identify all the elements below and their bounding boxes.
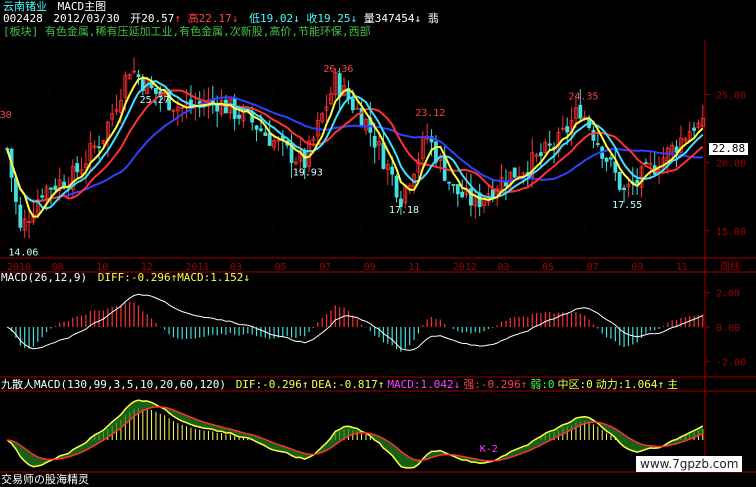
candle-body-144 (635, 179, 640, 184)
nine-title: 九散人MACD(130,99,3,5,10,20,60,120) (1, 378, 227, 391)
candle-body-21 (97, 146, 101, 149)
candle-body-59 (263, 132, 268, 136)
candle-body-11 (53, 185, 58, 191)
candle-body-128 (565, 126, 570, 133)
candle-body-8 (40, 195, 45, 198)
macd-ytick-1: 0.00 (716, 323, 740, 334)
nine-title-line: 九散人MACD(130,99,3,5,10,20,60,120) DIF:-0.… (1, 379, 678, 391)
nine-legend-1: DEA:-0.817↑ (311, 378, 385, 391)
x-tick-10: 2012 (453, 262, 477, 273)
macd-ytick-2: -2.00 (716, 357, 746, 368)
price-ytick-2: 15.00 (716, 227, 746, 238)
nine-legend-5: 中区:0 (557, 378, 593, 391)
nine-annotation: K-2 (480, 444, 498, 455)
price-ytick-0: 25.00 (716, 91, 746, 102)
x-tick-14: 09 (631, 262, 643, 273)
macd-diff-line (6, 293, 703, 351)
bottom-label: 交易师の股海精灵 (1, 473, 89, 486)
chart-stage: 云南锗业 MACD主图 002428 2012/03/30 开20.57↑ 高2… (0, 0, 756, 487)
macd-legend: DIFF:-0.296↑MACD:1.152↓ (97, 271, 251, 284)
x-tick-12: 05 (542, 262, 554, 273)
price-annotation-0: 30 (0, 110, 12, 121)
nine-legend-2: MACD:1.042↓ (387, 378, 461, 391)
price-annotation-6: 17.18 (389, 205, 419, 216)
candle-body-57 (254, 125, 259, 130)
candle-body-141 (622, 187, 626, 191)
candle-body-3 (18, 204, 23, 228)
candle-body-104 (460, 191, 465, 198)
x-tick-8: 09 (364, 262, 376, 273)
candle-body-76 (337, 73, 342, 97)
price-ytick-1: 20.00 (716, 159, 746, 170)
nine-legend-4: 弱:0 (530, 378, 555, 391)
candle-body-138 (609, 157, 613, 160)
x-tick-6: 05 (275, 262, 287, 273)
candle-body-157 (692, 127, 696, 131)
x-tick-15: 11 (676, 262, 688, 273)
price-annotation-1: 14.06 (8, 248, 38, 259)
candle-body-146 (644, 162, 648, 165)
candle-body-60 (267, 133, 272, 146)
candle-body-86 (381, 142, 386, 169)
candle-body-116 (512, 167, 517, 178)
nine-dea-line (7, 406, 704, 462)
x-axis-unit: 周线 (720, 260, 740, 273)
price-annotation-8: 17.55 (612, 200, 642, 211)
candle-body-102 (451, 184, 456, 186)
x-tick-7: 07 (319, 262, 331, 273)
nine-legend-7: 主 (667, 378, 679, 391)
candle-body-79 (350, 98, 355, 111)
chart-svg: 2010 08 10 12 2011 03 05 07 09 11 2012 03 05 07 09 11 周线… (0, 40, 756, 473)
price-annotation-2: 25.27 (140, 95, 170, 106)
macd-title-line: MACD(26,12,9) DIFF:-0.296↑MACD:1.152↓ (1, 272, 250, 284)
candle-body-134 (591, 129, 596, 141)
macd-title: MACD(26,12,9) (1, 271, 88, 284)
candle-body-101 (447, 181, 451, 184)
price-annotation-4: 19.93 (293, 168, 323, 179)
candle-body-122 (539, 152, 543, 157)
candle-body-88 (390, 166, 395, 175)
x-tick-13: 07 (587, 262, 599, 273)
watermark: www.7gpzb.com (636, 456, 743, 472)
candle-body-30 (136, 74, 141, 78)
candle-body-10 (49, 187, 53, 190)
candle-body-140 (617, 172, 622, 190)
candle-body-135 (595, 143, 600, 145)
candle-body-137 (604, 157, 609, 162)
nine-legend-6: 动力:1.064↑ (595, 378, 665, 391)
price-annotation-3: 26.36 (323, 64, 353, 75)
price-annotation-7: 24.35 (568, 91, 598, 102)
ma-line-5 (6, 76, 704, 218)
candle-body-89 (394, 175, 399, 198)
ma-line-26 (6, 96, 703, 203)
x-tick-9: 11 (408, 262, 420, 273)
price-annotation-5: 23.12 (415, 108, 445, 119)
x-tick-11: 03 (497, 262, 509, 273)
candle-body-68 (302, 149, 307, 168)
candle-body-16 (75, 163, 80, 173)
candle-body-131 (578, 104, 583, 119)
candle-body-103 (455, 184, 460, 195)
nine-legend-3: 强:-0.296↑ (463, 378, 528, 391)
candle-body-84 (372, 135, 377, 148)
macd-ytick-0: 2.00 (716, 289, 740, 300)
candle-body-124 (547, 143, 552, 146)
candle-body-53 (237, 114, 241, 119)
candle-body-58 (259, 128, 263, 131)
candle-body-34 (154, 88, 158, 94)
nine-legend-0: DIF:-0.296↑ (235, 378, 309, 391)
